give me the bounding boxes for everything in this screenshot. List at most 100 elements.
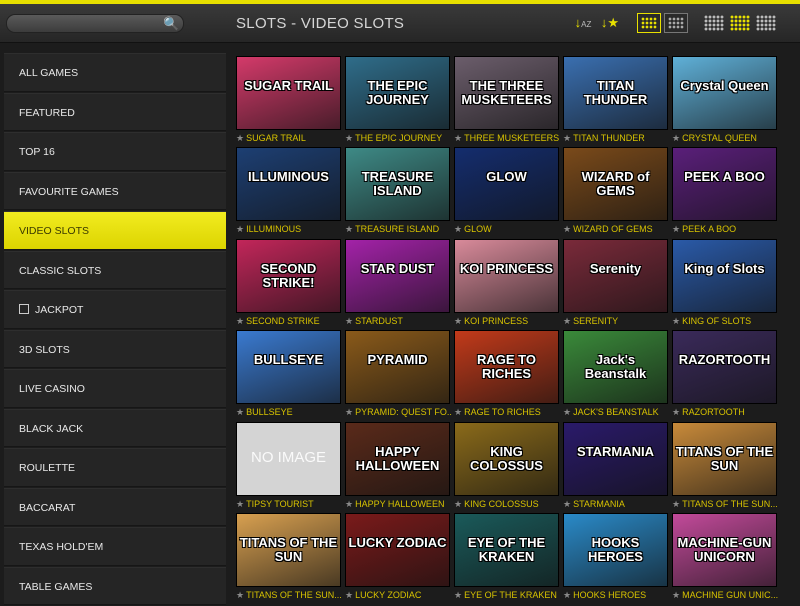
game-tile[interactable]: PYRAMID ★ PYRAMID: QUEST FO... (345, 330, 452, 418)
game-caption[interactable]: ★ PYRAMID: QUEST FO... (345, 406, 452, 418)
game-thumbnail[interactable]: BULLSEYE (236, 330, 341, 405)
game-caption[interactable]: ★ SECOND STRIKE (236, 315, 343, 327)
sidebar-item-jackpot[interactable]: JACKPOT (4, 290, 226, 329)
favourite-star-icon[interactable]: ★ (345, 590, 353, 600)
sidebar-item-baccarat[interactable]: BACCARAT (4, 487, 226, 526)
view-large-tiles-button[interactable] (637, 13, 661, 33)
favourite-star-icon[interactable]: ★ (236, 590, 244, 600)
grid-small-icon[interactable] (704, 15, 724, 31)
game-tile[interactable]: KING COLOSSUS ★ KING COLOSSUS (454, 421, 559, 510)
favourite-star-icon[interactable]: ★ (454, 590, 462, 600)
game-thumbnail[interactable]: ILLUMINOUS (236, 147, 341, 222)
favourite-star-icon[interactable]: ★ (454, 316, 462, 326)
game-thumbnail[interactable]: PEEK A BOO (672, 147, 777, 222)
game-caption[interactable]: ★ TITANS OF THE SUN... (672, 498, 779, 510)
favourite-star-icon[interactable]: ★ (345, 316, 353, 326)
game-tile[interactable]: THE EPIC JOURNEY ★ THE EPIC JOURNEY (345, 56, 450, 144)
game-tile[interactable]: SUGAR TRAIL ★ SUGAR TRAIL (236, 56, 341, 144)
game-thumbnail[interactable]: TREASURE ISLAND (345, 147, 450, 222)
game-caption[interactable]: ★ THREE MUSKETEERS (454, 132, 561, 144)
game-thumbnail[interactable]: TITANS OF THE SUN (672, 421, 777, 496)
favourite-star-icon[interactable]: ★ (672, 407, 680, 417)
grid-large-icon[interactable] (756, 15, 776, 31)
game-thumbnail[interactable]: King of Slots (672, 238, 777, 313)
sidebar-item-live-casino[interactable]: LIVE CASINO (4, 369, 226, 408)
sidebar-item-3d-slots[interactable]: 3D SLOTS (4, 329, 226, 368)
game-tile[interactable]: TITAN THUNDER ★ TITAN THUNDER (563, 56, 668, 144)
game-thumbnail[interactable]: RAGE TO RICHES (454, 330, 559, 405)
sidebar-item-table-games[interactable]: TABLE GAMES (4, 566, 226, 605)
game-thumbnail[interactable]: SUGAR TRAIL (236, 56, 341, 130)
game-thumbnail[interactable]: TITAN THUNDER (563, 56, 668, 130)
game-tile[interactable]: HOOKS HEROES ★ HOOKS HEROES (563, 513, 668, 601)
game-caption[interactable]: ★ GLOW (454, 223, 561, 235)
sort-alphabetical-icon[interactable]: ↓AZ (572, 14, 594, 32)
game-caption[interactable]: ★ RAGE TO RICHES (454, 406, 561, 418)
game-tile[interactable]: KOI PRINCESS ★ KOI PRINCESS (454, 238, 559, 327)
sidebar-item-black-jack[interactable]: BLACK JACK (4, 408, 226, 447)
search-icon[interactable]: 🔍 (163, 16, 179, 32)
favourite-star-icon[interactable]: ★ (672, 499, 680, 509)
game-thumbnail[interactable]: RAZORTOOTH (672, 330, 777, 405)
favourite-star-icon[interactable]: ★ (563, 407, 571, 417)
sidebar-item-all-games[interactable]: ALL GAMES (4, 53, 226, 92)
favourite-star-icon[interactable]: ★ (563, 499, 571, 509)
view-list-button[interactable] (664, 13, 688, 33)
game-tile[interactable]: Jack's Beanstalk ★ JACK'S BEANSTALK (563, 330, 668, 418)
game-thumbnail[interactable]: LUCKY ZODIAC (345, 513, 450, 587)
game-tile[interactable]: STAR DUST ★ STARDUST (345, 238, 452, 327)
grid-medium-icon[interactable] (730, 15, 750, 31)
game-caption[interactable]: ★ STARMANIA (563, 498, 670, 510)
game-thumbnail[interactable]: KING COLOSSUS (454, 421, 559, 496)
favourite-star-icon[interactable]: ★ (345, 499, 353, 509)
game-caption[interactable]: ★ TIPSY TOURIST (236, 498, 343, 510)
game-caption[interactable]: ★ EYE OF THE KRAKEN (454, 589, 561, 601)
sidebar-item-featured[interactable]: FEATURED (4, 92, 226, 131)
game-caption[interactable]: ★ BULLSEYE (236, 406, 343, 418)
game-caption[interactable]: ★ MACHINE GUN UNIC... (672, 589, 779, 601)
search-input[interactable]: 🔍 (6, 14, 184, 33)
sidebar-item-classic-slots[interactable]: CLASSIC SLOTS (4, 250, 226, 289)
favourite-star-icon[interactable]: ★ (672, 133, 680, 143)
game-thumbnail[interactable]: Jack's Beanstalk (563, 330, 668, 405)
game-tile[interactable]: PEEK A BOO ★ PEEK A BOO (672, 147, 777, 235)
sort-favourite-icon[interactable]: ↓★ (598, 14, 622, 32)
game-tile[interactable]: BULLSEYE ★ BULLSEYE (236, 330, 341, 418)
game-caption[interactable]: ★ CRYSTAL QUEEN (672, 132, 779, 144)
favourite-star-icon[interactable]: ★ (563, 316, 571, 326)
game-caption[interactable]: ★ STARDUST (345, 315, 452, 327)
sidebar-item-texas-holdem[interactable]: TEXAS HOLD'EM (4, 527, 226, 566)
game-tile[interactable]: King of Slots ★ KING OF SLOTS (672, 238, 777, 327)
game-thumbnail[interactable]: GLOW (454, 147, 559, 222)
favourite-star-icon[interactable]: ★ (454, 407, 462, 417)
favourite-star-icon[interactable]: ★ (454, 224, 462, 234)
game-thumbnail[interactable]: THE THREE MUSKETEERS (454, 56, 559, 130)
game-thumbnail[interactable]: TITANS OF THE SUN (236, 513, 341, 587)
game-tile[interactable]: Crystal Queen ★ CRYSTAL QUEEN (672, 56, 777, 144)
game-tile[interactable]: STARMANIA ★ STARMANIA (563, 421, 670, 510)
favourite-star-icon[interactable]: ★ (563, 224, 571, 234)
game-caption[interactable]: ★ TREASURE ISLAND (345, 223, 452, 235)
game-tile[interactable]: RAZORTOOTH ★ RAZORTOOTH (672, 330, 777, 418)
game-thumbnail[interactable]: HAPPY HALLOWEEN (345, 421, 450, 496)
game-tile[interactable]: TREASURE ISLAND ★ TREASURE ISLAND (345, 147, 450, 235)
game-thumbnail[interactable]: Crystal Queen (672, 56, 777, 130)
game-caption[interactable]: ★ WIZARD OF GEMS (563, 223, 670, 235)
game-thumbnail[interactable]: HOOKS HEROES (563, 513, 668, 587)
game-caption[interactable]: ★ PEEK A BOO (672, 223, 779, 235)
game-tile[interactable]: EYE OF THE KRAKEN ★ EYE OF THE KRAKEN (454, 513, 559, 601)
favourite-star-icon[interactable]: ★ (236, 499, 244, 509)
game-tile[interactable]: GLOW ★ GLOW (454, 147, 559, 235)
game-caption[interactable]: ★ HAPPY HALLOWEEN (345, 498, 452, 510)
game-tile[interactable]: RAGE TO RICHES ★ RAGE TO RICHES (454, 330, 559, 418)
favourite-star-icon[interactable]: ★ (236, 316, 244, 326)
game-caption[interactable]: ★ THE EPIC JOURNEY (345, 132, 452, 144)
sidebar-item-top-16[interactable]: TOP 16 (4, 132, 226, 171)
game-thumbnail[interactable]: EYE OF THE KRAKEN (454, 513, 559, 587)
favourite-star-icon[interactable]: ★ (345, 224, 353, 234)
sidebar-item-roulette[interactable]: ROULETTE (4, 448, 226, 487)
game-tile[interactable]: WIZARD of GEMS ★ WIZARD OF GEMS (563, 147, 668, 235)
favourite-star-icon[interactable]: ★ (236, 224, 244, 234)
game-caption[interactable]: ★ LUCKY ZODIAC (345, 589, 452, 601)
game-tile[interactable]: SECOND STRIKE! ★ SECOND STRIKE (236, 238, 343, 327)
